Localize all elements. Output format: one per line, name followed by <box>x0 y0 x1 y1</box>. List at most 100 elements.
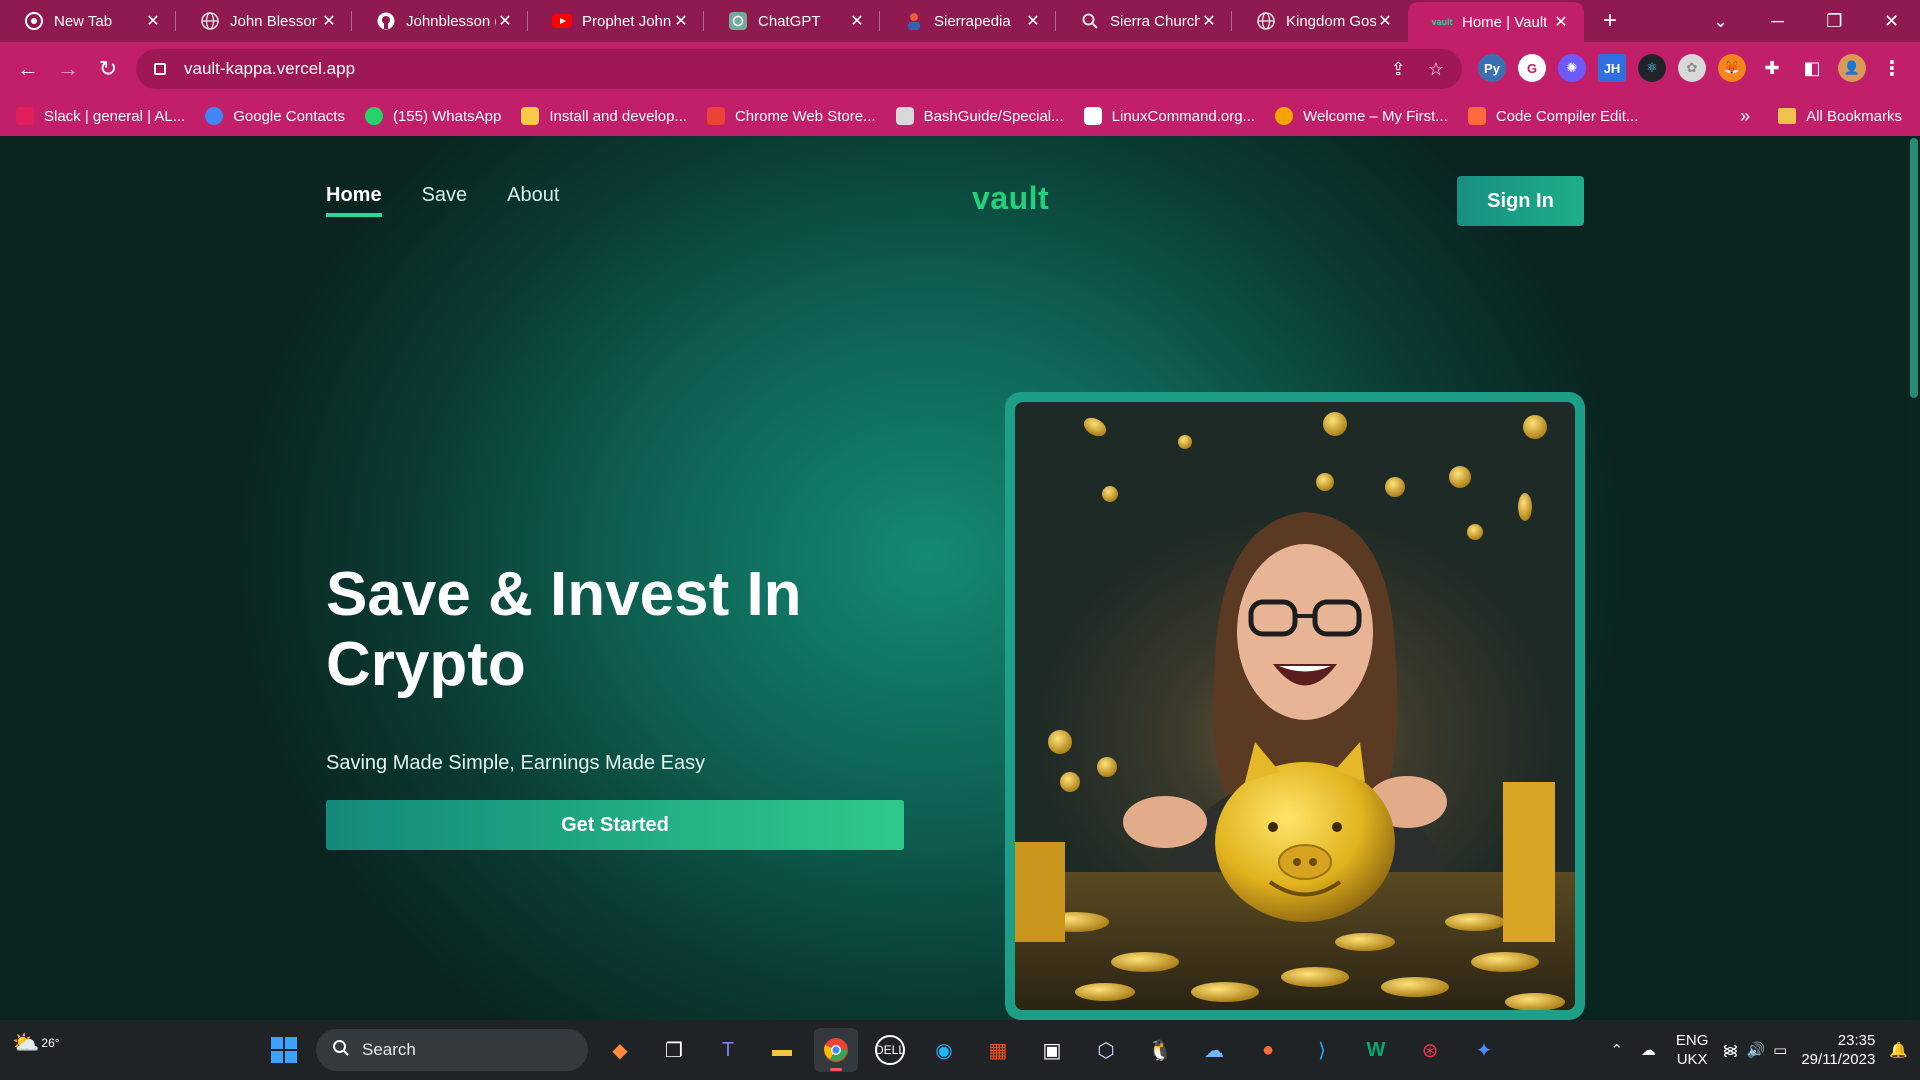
menu-icon[interactable]: ⋮ <box>1878 54 1906 82</box>
red-app-icon[interactable]: ⊛ <box>1408 1028 1452 1072</box>
tab-youtube[interactable]: Prophet John ✕ <box>528 0 704 42</box>
nav-about[interactable]: About <box>507 184 559 217</box>
hero-subtitle: Saving Made Simple, Earnings Made Easy <box>326 752 706 774</box>
get-started-button[interactable]: Get Started <box>326 800 904 850</box>
tab-sierra-church[interactable]: Sierra Church ✕ <box>1056 0 1232 42</box>
language-indicator[interactable]: ENG UKX <box>1676 1031 1709 1069</box>
edge-icon[interactable]: ◉ <box>922 1028 966 1072</box>
clock[interactable]: 23:35 29/11/2023 <box>1801 1031 1875 1069</box>
bookmark-google-contacts[interactable]: Google Contacts <box>205 107 345 125</box>
nav-save[interactable]: Save <box>422 184 468 217</box>
tab-title: Johnblesson ( <box>406 12 496 30</box>
close-icon[interactable]: ✕ <box>1552 12 1570 32</box>
bookmark-whatsapp[interactable]: (155) WhatsApp <box>364 107 501 125</box>
python-icon <box>521 107 540 125</box>
blue-app-icon[interactable]: ✦ <box>1462 1028 1506 1072</box>
close-icon[interactable]: ✕ <box>1200 11 1218 31</box>
battery-icon[interactable]: ▭ <box>1773 1041 1787 1059</box>
close-icon[interactable]: ✕ <box>848 11 866 31</box>
globe-icon <box>1256 11 1276 31</box>
close-icon[interactable]: ✕ <box>1376 11 1394 31</box>
bashguide-icon <box>895 107 914 125</box>
bookmark-slack[interactable]: Slack | general | AL... <box>16 107 185 125</box>
youtube-icon <box>552 11 572 31</box>
chrome-taskbar-icon[interactable] <box>814 1028 858 1072</box>
address-bar[interactable]: vault-kappa.vercel.app ⇪ ☆ <box>136 49 1462 89</box>
tab-kingdom-gospel[interactable]: Kingdom Gos ✕ <box>1232 0 1408 42</box>
avatar[interactable]: 👤 <box>1838 54 1866 82</box>
bookmark-welcome[interactable]: Welcome – My First... <box>1275 107 1448 125</box>
bookmark-bashguide[interactable]: BashGuide/Special... <box>895 107 1064 125</box>
chevron-up-icon[interactable]: ⌃ <box>1610 1041 1623 1059</box>
bookmark-install-develop[interactable]: Install and develop... <box>521 107 687 125</box>
tab-new-tab[interactable]: New Tab ✕ <box>0 0 176 42</box>
terminal-icon[interactable]: ▣ <box>1030 1028 1074 1072</box>
nav-home[interactable]: Home <box>326 184 382 217</box>
close-window-icon[interactable]: ✕ <box>1863 11 1920 32</box>
tab-strip: New Tab ✕ John Blessor ✕ Johnblesson ( ✕… <box>0 0 1920 42</box>
all-bookmarks-button[interactable]: All Bookmarks <box>1806 108 1902 125</box>
tab-search-icon[interactable]: ⌄ <box>1692 11 1749 32</box>
microsoft-store-icon[interactable]: ▦ <box>976 1028 1020 1072</box>
flower-extension-icon[interactable]: ✿ <box>1678 54 1706 82</box>
w3-icon[interactable]: W <box>1354 1028 1398 1072</box>
close-icon[interactable]: ✕ <box>496 11 514 31</box>
tab-chatgpt[interactable]: ChatGPT ✕ <box>704 0 880 42</box>
scrollbar-thumb[interactable] <box>1910 138 1918 398</box>
notification-bell-icon[interactable]: 🔔 <box>1889 1041 1908 1059</box>
grammarly-extension-icon[interactable]: G <box>1518 54 1546 82</box>
tab-github[interactable]: Johnblesson ( ✕ <box>352 0 528 42</box>
vault-logo[interactable]: vault <box>972 180 1049 217</box>
bookmarks-more-button[interactable]: » <box>1740 106 1750 127</box>
taskbar-search[interactable]: Search <box>316 1029 588 1071</box>
close-icon[interactable]: ✕ <box>320 11 338 31</box>
linux-penguin-icon[interactable]: 🐧 <box>1138 1028 1182 1072</box>
file-explorer-icon[interactable]: ▬ <box>760 1028 804 1072</box>
back-icon[interactable]: ← <box>8 56 48 82</box>
share-icon[interactable]: ⇪ <box>1391 59 1406 80</box>
close-icon[interactable]: ✕ <box>672 11 690 31</box>
bookmark-linuxcommand[interactable]: LinuxCommand.org... <box>1083 107 1255 125</box>
site-nav: Home Save About <box>326 184 559 217</box>
gear-extension-icon[interactable]: ✺ <box>1558 54 1586 82</box>
puzzle-icon[interactable]: ✚ <box>1758 54 1786 82</box>
tab-john-blesson[interactable]: John Blessor ✕ <box>176 0 352 42</box>
close-icon[interactable]: ✕ <box>144 11 162 31</box>
postman-icon[interactable]: ● <box>1246 1028 1290 1072</box>
compiler-icon <box>1467 107 1486 125</box>
piggy-bank-photo-illustration <box>1015 412 1575 1010</box>
task-view-icon[interactable]: ❐ <box>652 1028 696 1072</box>
copilot-icon[interactable]: ◆ <box>598 1028 642 1072</box>
bookmark-code-compiler[interactable]: Code Compiler Edit... <box>1467 107 1638 125</box>
dell-icon[interactable]: DELL <box>875 1035 905 1065</box>
restore-icon[interactable]: ❐ <box>1806 11 1863 32</box>
cloud-app-icon[interactable]: ☁ <box>1192 1028 1236 1072</box>
forward-icon[interactable]: → <box>48 56 88 82</box>
minimize-icon[interactable]: ─ <box>1749 11 1806 32</box>
new-tab-button[interactable]: + <box>1590 7 1630 35</box>
wifi-icon[interactable]: ᯼ <box>1722 1040 1738 1060</box>
metamask-extension-icon[interactable]: 🦊 <box>1718 54 1746 82</box>
scrollbar-track[interactable] <box>1908 136 1920 1020</box>
onedrive-icon[interactable]: ☁ <box>1641 1041 1656 1059</box>
jh-extension-icon[interactable]: JH <box>1598 54 1626 82</box>
vscode-icon[interactable]: ⟩ <box>1300 1028 1344 1072</box>
web-store-icon <box>706 107 725 125</box>
weather-widget[interactable]: ⛅ 26° <box>12 1030 60 1056</box>
volume-icon[interactable]: 🔊 <box>1746 1041 1765 1059</box>
bookmark-star-icon[interactable]: ☆ <box>1428 59 1444 80</box>
sign-in-button[interactable]: Sign In <box>1457 176 1584 226</box>
bookmark-chrome-web-store[interactable]: Chrome Web Store... <box>706 107 876 125</box>
reload-icon[interactable]: ↻ <box>88 56 128 82</box>
python-extension-icon[interactable]: Py <box>1478 54 1506 82</box>
side-panel-icon[interactable]: ◧ <box>1798 54 1826 82</box>
close-icon[interactable]: ✕ <box>1024 11 1042 31</box>
virtualbox-icon[interactable]: ⬡ <box>1084 1028 1128 1072</box>
tab-sierrapedia[interactable]: Sierrapedia ✕ <box>880 0 1056 42</box>
start-windows-icon[interactable] <box>262 1028 306 1072</box>
react-extension-icon[interactable]: ⚛ <box>1638 54 1666 82</box>
tab-home-vault[interactable]: vault Home | Vault ✕ <box>1408 2 1584 42</box>
globe-icon <box>200 11 220 31</box>
tab-title: John Blessor <box>230 12 317 30</box>
teams-icon[interactable]: T <box>706 1028 750 1072</box>
